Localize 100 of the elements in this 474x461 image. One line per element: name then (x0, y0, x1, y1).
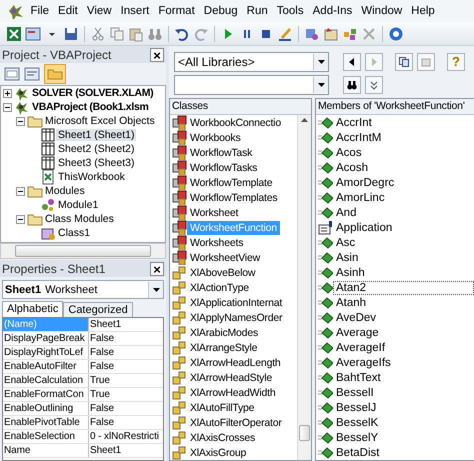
class-item[interactable]: XlApplicationInternat (187, 296, 286, 310)
tree-item[interactable]: Class1 (56, 227, 92, 239)
member-item[interactable]: Acos (333, 146, 365, 160)
tree-item[interactable]: Sheet2 (Sheet2) (56, 143, 136, 155)
vertical-scrollbar[interactable] (297, 115, 311, 460)
class-item[interactable]: WorkbookConnectio (187, 116, 284, 130)
menu-item[interactable]: Debug (199, 0, 242, 22)
menu-item[interactable]: View (82, 0, 116, 22)
class-item[interactable]: XlActionType (187, 280, 252, 294)
member-item[interactable]: BesselY (333, 430, 382, 444)
collapse-icon[interactable] (16, 214, 25, 224)
class-item[interactable]: XlArrangeStyle (187, 340, 260, 354)
insert-form-icon[interactable] (25, 26, 41, 42)
member-item[interactable]: BetaDist (333, 446, 382, 460)
help-button[interactable]: ? (447, 52, 465, 70)
paste-icon[interactable] (128, 26, 144, 42)
property-value[interactable]: False (89, 332, 163, 345)
close-button[interactable]: × (150, 262, 164, 276)
design-mode-icon[interactable] (277, 26, 293, 42)
tree-item[interactable]: Module1 (56, 199, 100, 211)
tree-item[interactable]: Modules (43, 185, 87, 197)
save-icon[interactable] (63, 26, 79, 42)
class-item[interactable]: XlAutoFilterOperator (187, 416, 285, 430)
class-item[interactable]: WorkflowTemplate (187, 176, 276, 190)
tree-item[interactable]: Microsoft Excel Objects (43, 115, 157, 127)
class-item[interactable]: WorkflowTasks (187, 160, 260, 174)
member-item[interactable]: Asinh (333, 266, 368, 280)
menu-item[interactable]: Window (356, 0, 407, 22)
up-arrow-icon[interactable] (301, 118, 308, 122)
tab[interactable]: Alphabetic (2, 301, 64, 317)
member-item[interactable]: AmorLinc (333, 190, 388, 204)
tree-item[interactable]: VBAProject (Book1.xlsm (30, 101, 151, 113)
menu-item[interactable]: Add-Ins (308, 0, 357, 22)
member-item[interactable]: AccrInt (333, 116, 375, 130)
member-item[interactable]: BesselK (333, 416, 382, 430)
menu-item[interactable]: Help (406, 0, 440, 22)
class-item[interactable]: Worksheets (187, 236, 246, 250)
member-item[interactable]: Asin (333, 250, 362, 264)
collapse-icon[interactable] (3, 102, 12, 112)
class-item[interactable]: XlArrowHeadLength (187, 356, 284, 370)
member-item[interactable]: Acosh (333, 160, 371, 174)
property-value[interactable]: False (89, 416, 163, 429)
member-item[interactable]: AverageIf (333, 340, 388, 354)
property-value[interactable]: Sheet1 (89, 444, 163, 457)
member-item[interactable]: BesselI (333, 386, 377, 400)
property-value[interactable]: False (89, 346, 163, 359)
property-value[interactable]: False (89, 402, 163, 415)
scrollbar-thumb[interactable] (299, 425, 310, 441)
close-button[interactable]: × (150, 48, 164, 62)
property-value[interactable]: False (89, 360, 163, 373)
back-button[interactable] (343, 52, 361, 70)
tree-item[interactable]: Class Modules (43, 213, 116, 225)
class-item[interactable]: WorkflowTemplates (187, 190, 280, 204)
class-item[interactable]: WorkflowTask (187, 146, 256, 160)
class-item[interactable]: Worksheet (187, 206, 242, 220)
member-item[interactable]: BahtText (333, 370, 384, 384)
search-button[interactable] (343, 76, 361, 94)
class-item[interactable]: XlArrowHeadStyle (187, 370, 275, 384)
property-name[interactable]: EnableCalculation (3, 374, 89, 387)
property-value[interactable]: True (89, 374, 163, 387)
collapse-results-button[interactable] (365, 76, 383, 94)
horizontal-scrollbar[interactable] (0, 243, 166, 259)
property-name[interactable]: DisplayRightToLef (3, 346, 89, 359)
property-value[interactable]: 0 - xlNoRestricti (89, 430, 163, 443)
copy-icon[interactable] (109, 26, 125, 42)
view-code-icon[interactable] (24, 66, 40, 82)
class-item[interactable]: XlApplyNamesOrder (187, 310, 286, 324)
menu-item[interactable]: File (26, 0, 54, 22)
tree-item[interactable]: SOLVER (SOLVER.XLAM) (30, 87, 156, 99)
member-item[interactable]: AverageIfs (333, 356, 394, 370)
menu-item[interactable]: Edit (54, 0, 82, 22)
cut-icon[interactable] (90, 26, 106, 42)
tab[interactable]: Categorized (63, 302, 133, 317)
toggle-folders-icon[interactable] (44, 64, 66, 84)
property-value[interactable]: Sheet1 (89, 318, 163, 331)
object-dropdown[interactable]: Sheet1 Worksheet (2, 280, 164, 299)
property-name[interactable]: Name (3, 444, 89, 457)
menu-item[interactable]: Format (154, 0, 200, 22)
property-name[interactable]: EnableAutoFilter (3, 360, 89, 373)
menu-item[interactable]: Insert (116, 0, 154, 22)
search-field[interactable] (174, 74, 329, 94)
property-name[interactable]: EnableFormatCon (3, 388, 89, 401)
tree-item[interactable]: ThisWorkbook (56, 171, 127, 183)
member-item[interactable]: AccrIntM (333, 130, 384, 144)
class-item[interactable]: XlAxisGroup (187, 446, 250, 460)
class-item[interactable]: XlAxisCrosses (187, 430, 258, 444)
class-item[interactable]: XlAutoFillType (187, 400, 258, 414)
menu-item[interactable]: Tools (272, 0, 308, 22)
member-item[interactable]: Asc (333, 236, 358, 250)
library-dropdown[interactable]: <All Libraries> (174, 52, 329, 72)
expand-icon[interactable] (3, 88, 12, 98)
class-item[interactable]: XlArrowHeadWidth (187, 386, 278, 400)
class-item[interactable]: XlAboveBelow (187, 266, 258, 280)
property-name[interactable]: EnablePivotTable (3, 416, 89, 429)
member-item[interactable]: AveDev (333, 310, 380, 324)
class-item[interactable]: Workbooks (187, 130, 244, 144)
property-value[interactable]: True (89, 388, 163, 401)
member-item[interactable]: Application (333, 220, 396, 234)
excel-icon[interactable] (6, 26, 22, 42)
member-item[interactable]: BesselJ (333, 400, 380, 414)
